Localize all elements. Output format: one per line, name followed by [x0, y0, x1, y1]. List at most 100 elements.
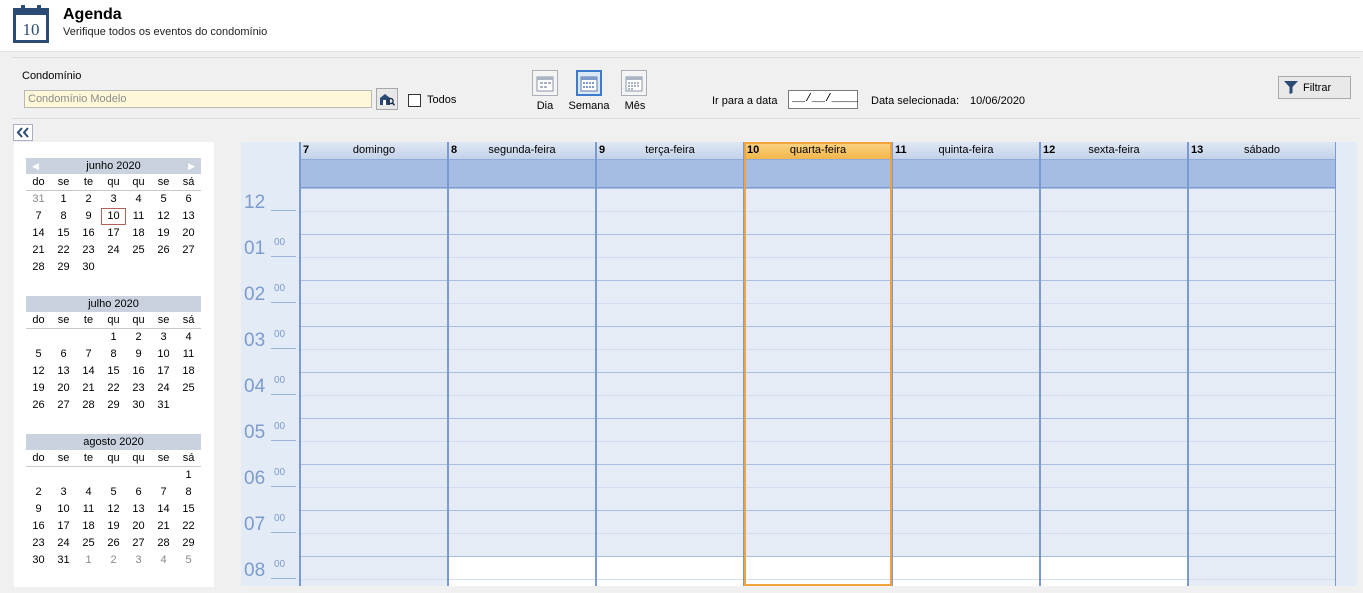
- calendar-day[interactable]: 25: [126, 242, 151, 259]
- calendar-day[interactable]: 27: [176, 242, 201, 259]
- calendar-day[interactable]: 1: [51, 191, 76, 208]
- day-header[interactable]: quinta-feira 11: [892, 142, 1040, 159]
- calendar-day[interactable]: 22: [101, 380, 126, 397]
- calendar-day[interactable]: 9: [76, 208, 101, 225]
- calendar-day[interactable]: 16: [126, 363, 151, 380]
- calendar-day[interactable]: 30: [76, 259, 101, 276]
- calendar-day[interactable]: 17: [101, 225, 126, 242]
- calendar-day[interactable]: 15: [176, 501, 201, 518]
- day-column[interactable]: segunda-feira 8: [448, 142, 596, 586]
- calendar-day[interactable]: 19: [26, 380, 51, 397]
- calendar-day[interactable]: 14: [76, 363, 101, 380]
- calendar-day[interactable]: 11: [126, 208, 151, 225]
- calendar-day[interactable]: 20: [176, 225, 201, 242]
- calendar-day[interactable]: 21: [151, 518, 176, 535]
- day-column[interactable]: terça-feira 9: [596, 142, 744, 586]
- calendar-day[interactable]: 13: [51, 363, 76, 380]
- condominio-field[interactable]: Condomínio Modelo: [24, 90, 372, 108]
- calendar-day[interactable]: 7: [26, 208, 51, 225]
- calendar-day[interactable]: 29: [176, 535, 201, 552]
- day-column[interactable]: sexta-feira 12: [1040, 142, 1188, 586]
- calendar-day[interactable]: 2: [26, 484, 51, 501]
- calendar-day[interactable]: 8: [176, 484, 201, 501]
- calendar-day[interactable]: 15: [51, 225, 76, 242]
- calendar-day[interactable]: 12: [26, 363, 51, 380]
- calendar-day[interactable]: 16: [76, 225, 101, 242]
- prev-month-icon[interactable]: ◀: [32, 158, 39, 174]
- calendar-day[interactable]: 14: [151, 501, 176, 518]
- time-slots-area[interactable]: [300, 188, 448, 586]
- time-slots-area[interactable]: [1040, 188, 1188, 586]
- calendar-day[interactable]: 21: [76, 380, 101, 397]
- goto-date-input[interactable]: __/__/____: [788, 90, 858, 109]
- calendar-day[interactable]: 13: [176, 208, 201, 225]
- calendar-day[interactable]: 3: [101, 191, 126, 208]
- calendar-day[interactable]: 23: [76, 242, 101, 259]
- calendar-day[interactable]: 20: [126, 518, 151, 535]
- calendar-day[interactable]: 10: [151, 346, 176, 363]
- all-day-area[interactable]: [300, 159, 448, 188]
- calendar-day[interactable]: 18: [126, 225, 151, 242]
- calendar-day[interactable]: 18: [176, 363, 201, 380]
- calendar-day[interactable]: 15: [101, 363, 126, 380]
- calendar-day[interactable]: 19: [101, 518, 126, 535]
- time-slots-area[interactable]: [1188, 188, 1336, 586]
- calendar-day[interactable]: 6: [126, 484, 151, 501]
- calendar-day[interactable]: 29: [101, 397, 126, 414]
- week-view-button[interactable]: [576, 70, 602, 96]
- calendar-day[interactable]: 24: [151, 380, 176, 397]
- working-hours-slot[interactable]: [892, 556, 1040, 586]
- week-scheduler[interactable]: 12 01 00 02 00 03 00 04 00 05 00 06 00 07 00 08 00 domin…: [241, 142, 1357, 586]
- calendar-day[interactable]: 2: [76, 191, 101, 208]
- calendar-day[interactable]: 17: [151, 363, 176, 380]
- scheduler-scrollbar[interactable]: [1336, 142, 1357, 586]
- calendar-day[interactable]: 27: [51, 397, 76, 414]
- calendar-day[interactable]: 31: [151, 397, 176, 414]
- next-month-icon[interactable]: ▶: [188, 158, 195, 174]
- calendar-day[interactable]: 10: [101, 208, 126, 225]
- calendar-day[interactable]: 26: [26, 397, 51, 414]
- calendar-day[interactable]: 3: [151, 329, 176, 346]
- calendar-day[interactable]: 18: [76, 518, 101, 535]
- calendar-day[interactable]: 2: [101, 552, 126, 569]
- calendar-day[interactable]: 4: [151, 552, 176, 569]
- all-day-area[interactable]: [596, 159, 744, 188]
- day-header[interactable]: sábado 13: [1188, 142, 1336, 159]
- calendar-day[interactable]: 30: [26, 552, 51, 569]
- calendar-day[interactable]: 13: [126, 501, 151, 518]
- calendar-day[interactable]: 1: [101, 329, 126, 346]
- calendar-day[interactable]: 6: [176, 191, 201, 208]
- calendar-day[interactable]: 11: [176, 346, 201, 363]
- calendar-day[interactable]: 4: [126, 191, 151, 208]
- calendar-day[interactable]: 5: [176, 552, 201, 569]
- working-hours-slot[interactable]: [1040, 556, 1188, 586]
- calendar-day[interactable]: 12: [151, 208, 176, 225]
- calendar-day[interactable]: 21: [26, 242, 51, 259]
- calendar-day[interactable]: 7: [151, 484, 176, 501]
- calendar-day[interactable]: 27: [126, 535, 151, 552]
- filter-button[interactable]: Filtrar: [1278, 76, 1351, 99]
- time-slots-area[interactable]: [892, 188, 1040, 586]
- day-column[interactable]: quinta-feira 11: [892, 142, 1040, 586]
- calendar-day[interactable]: 2: [126, 329, 151, 346]
- calendar-day[interactable]: 4: [176, 329, 201, 346]
- calendar-day[interactable]: 1: [76, 552, 101, 569]
- all-day-area[interactable]: [1188, 159, 1336, 188]
- calendar-day[interactable]: 7: [76, 346, 101, 363]
- calendar-day[interactable]: 11: [76, 501, 101, 518]
- calendar-day[interactable]: 25: [176, 380, 201, 397]
- calendar-day[interactable]: 8: [101, 346, 126, 363]
- calendar-day[interactable]: 29: [51, 259, 76, 276]
- day-header[interactable]: sexta-feira 12: [1040, 142, 1188, 159]
- working-hours-slot[interactable]: [596, 556, 744, 586]
- all-day-area[interactable]: [1040, 159, 1188, 188]
- time-slots-area[interactable]: [596, 188, 744, 586]
- calendar-day[interactable]: 28: [26, 259, 51, 276]
- calendar-day[interactable]: 9: [26, 501, 51, 518]
- search-condominio-button[interactable]: [376, 88, 398, 110]
- working-hours-slot[interactable]: [448, 556, 596, 586]
- day-header[interactable]: terça-feira 9: [596, 142, 744, 159]
- calendar-day[interactable]: 22: [176, 518, 201, 535]
- day-header[interactable]: domingo 7: [300, 142, 448, 159]
- calendar-day[interactable]: 10: [51, 501, 76, 518]
